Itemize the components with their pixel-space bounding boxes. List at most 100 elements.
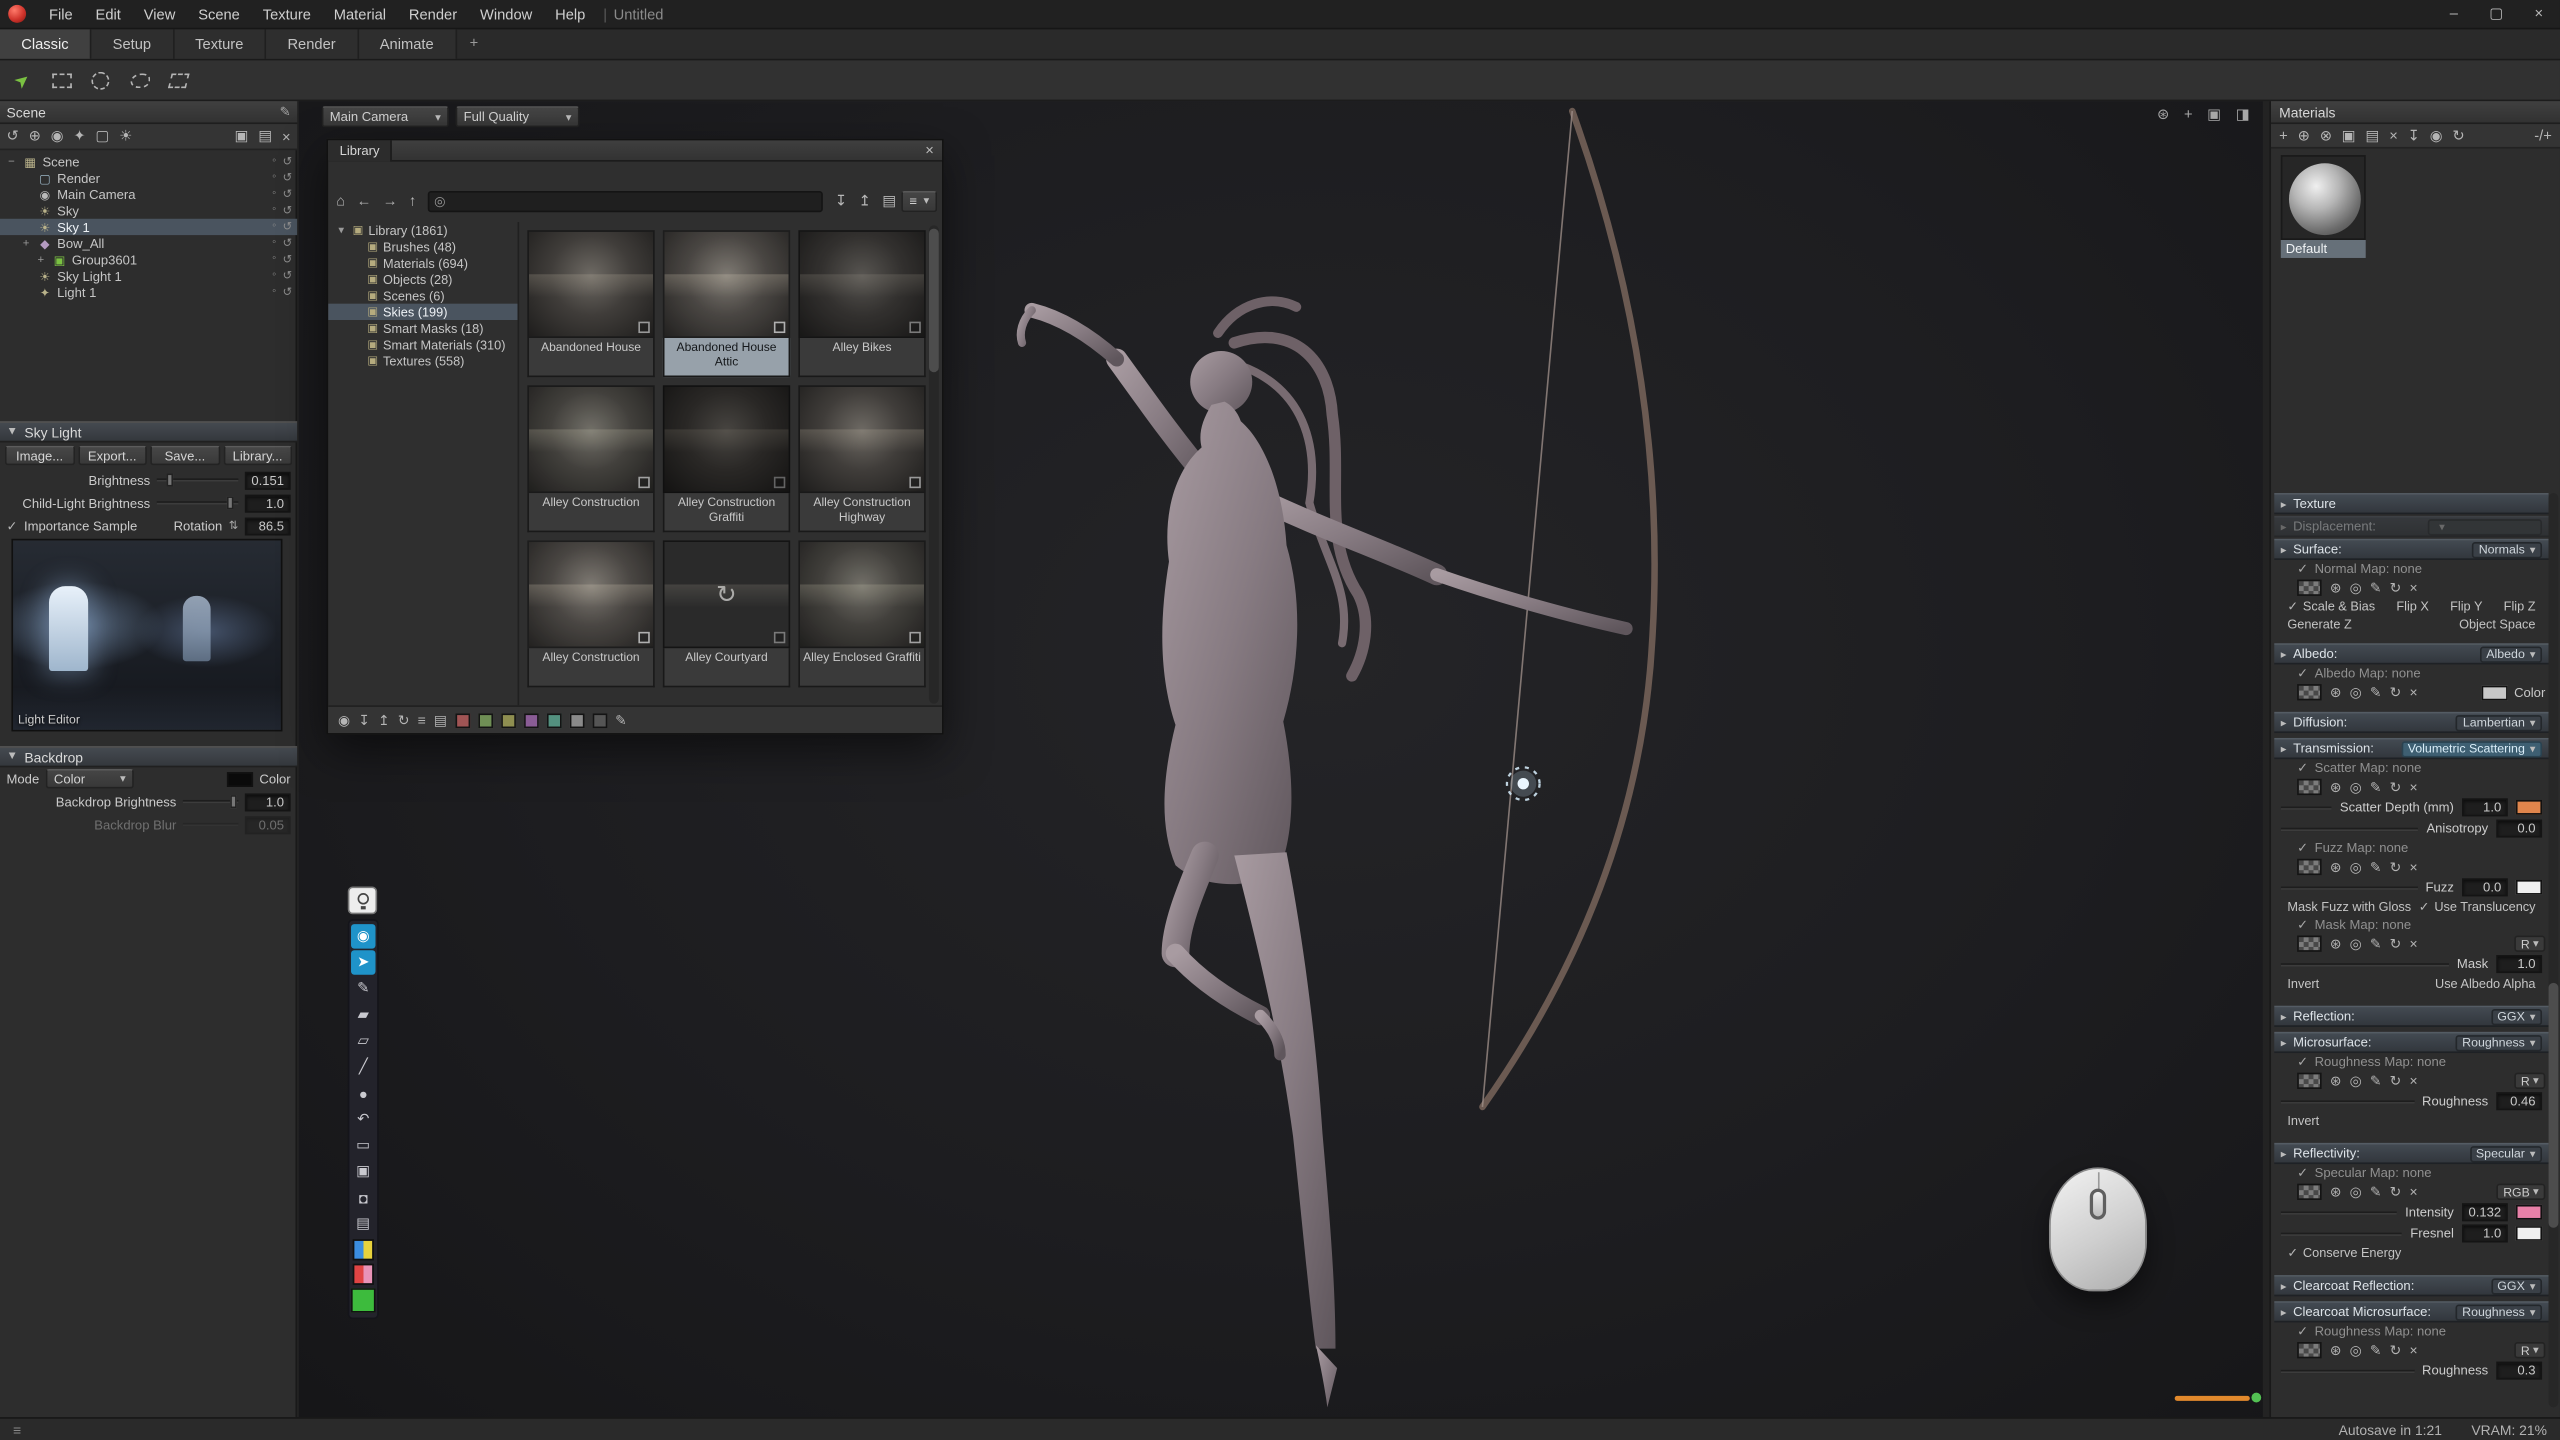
color-filter-swatch[interactable] xyxy=(455,713,470,728)
settings-icon[interactable]: ⊛ xyxy=(2330,579,2342,597)
option-conserveenergy[interactable]: ✓Conserve Energy xyxy=(2287,1246,2401,1261)
scrollbar-thumb[interactable] xyxy=(929,229,939,373)
menu-edit[interactable]: Edit xyxy=(84,0,132,29)
add-tab-button[interactable]: + xyxy=(457,29,492,58)
pen-color-swatch[interactable] xyxy=(353,1239,374,1260)
dot-icon[interactable]: ● xyxy=(351,1081,375,1105)
slider-color-swatch[interactable] xyxy=(2516,880,2542,895)
map-checkbox[interactable]: ✓ xyxy=(2297,918,2308,933)
edit-scene-icon[interactable]: ✎ xyxy=(280,104,291,119)
material-item[interactable]: Default xyxy=(2281,155,2366,258)
scrollbar-thumb[interactable] xyxy=(2549,983,2559,1228)
settings-icon[interactable]: ⊛ xyxy=(2330,778,2342,796)
undo-icon[interactable]: ↶ xyxy=(351,1107,375,1131)
up-icon[interactable]: ↑ xyxy=(409,193,416,209)
sync-icon[interactable]: ↺ xyxy=(283,188,293,201)
option-scalebias[interactable]: ✓Scale & Bias xyxy=(2287,599,2375,614)
add-viewport-icon[interactable]: + xyxy=(2184,106,2193,124)
slider-value[interactable]: 0.0 xyxy=(2462,878,2508,896)
sync-icon[interactable]: ↺ xyxy=(283,220,293,233)
paint-icon[interactable]: ✎ xyxy=(2370,683,2382,701)
brightness-value[interactable]: 0.151 xyxy=(245,471,291,489)
map-checkbox[interactable]: ✓ xyxy=(2297,1324,2308,1339)
channel-dropdown[interactable]: R▾ xyxy=(2514,1073,2545,1089)
section-model-dropdown[interactable]: Specular▾ xyxy=(2469,1145,2542,1161)
forward-icon[interactable]: → xyxy=(383,193,398,209)
library-close-button[interactable]: × xyxy=(917,142,942,158)
slider-color-swatch[interactable] xyxy=(2516,1226,2542,1241)
viewport-orange-indicator[interactable] xyxy=(2175,1396,2250,1401)
duplicate-material-icon[interactable]: ⊕ xyxy=(2298,127,2310,145)
sync-icon[interactable]: ↺ xyxy=(283,286,293,299)
material-section-reflection[interactable]: ▸Reflection:GGX▾ xyxy=(2274,1006,2548,1027)
clear-icon[interactable]: × xyxy=(2409,779,2417,795)
split-view-icon[interactable]: ◨ xyxy=(2236,106,2250,124)
channel-dropdown[interactable]: RGB▾ xyxy=(2497,1184,2546,1200)
eraser-icon[interactable]: ▱ xyxy=(351,1029,375,1053)
tab-animate[interactable]: Animate xyxy=(359,29,457,58)
lock-icon[interactable]: ◦ xyxy=(272,220,276,233)
section-model-dropdown[interactable]: Lambertian▾ xyxy=(2456,714,2542,730)
section-model-dropdown[interactable]: Volumetric Scattering▾ xyxy=(2401,740,2542,756)
library-folder-item[interactable]: ▣Smart Masks (18) xyxy=(328,320,517,336)
menu-material[interactable]: Material xyxy=(322,0,397,29)
materials-scrollbar[interactable] xyxy=(2549,493,2559,1407)
slider-value[interactable]: 1.0 xyxy=(2496,955,2542,973)
slider-track[interactable] xyxy=(2281,1369,2414,1372)
slider-color-swatch[interactable] xyxy=(2516,1205,2542,1220)
clipboard-icon[interactable]: ▤ xyxy=(351,1211,375,1235)
section-model-dropdown[interactable]: Albedo▾ xyxy=(2480,646,2542,662)
slider-value[interactable]: 0.3 xyxy=(2496,1362,2542,1380)
backdrop-header[interactable]: ▼Backdrop xyxy=(0,746,297,767)
map-thumbnail[interactable] xyxy=(2297,859,2321,875)
tab-render[interactable]: Render xyxy=(266,29,358,58)
map-thumbnail[interactable] xyxy=(2297,936,2321,952)
sky-hdri-preview[interactable]: Light Editor xyxy=(11,539,282,732)
backdrop-brightness-slider[interactable] xyxy=(183,800,239,803)
download-icon[interactable]: ↧ xyxy=(358,711,370,729)
paint-icon[interactable]: ✎ xyxy=(2370,1341,2382,1359)
quality-select-dropdown[interactable]: Full Quality▾ xyxy=(456,106,580,127)
reload-icon[interactable]: ↻ xyxy=(2390,683,2402,701)
inspect-icon[interactable]: ◎ xyxy=(2350,683,2362,701)
slider-handle[interactable] xyxy=(229,795,236,808)
scene-tree-item[interactable]: −▦Scene◦↺ xyxy=(0,153,297,169)
material-section-clearcoatmicrosurface[interactable]: ▸Clearcoat Microsurface:Roughness▾ xyxy=(2274,1301,2548,1322)
capture-frame-icon[interactable]: ▣ xyxy=(2207,106,2221,124)
child-brightness-value[interactable]: 1.0 xyxy=(245,494,291,512)
maximize-button[interactable]: ▢ xyxy=(2475,0,2517,29)
map-checkbox[interactable]: ✓ xyxy=(2297,761,2308,776)
pointer-icon[interactable]: ➤ xyxy=(351,950,375,974)
color-swatch[interactable] xyxy=(2481,685,2507,700)
export-icon[interactable]: ↥ xyxy=(859,192,871,210)
menu-scene[interactable]: Scene xyxy=(187,0,252,29)
menu-view[interactable]: View xyxy=(132,0,186,29)
expander-icon[interactable]: ▾ xyxy=(335,224,348,237)
library-thumbnail[interactable]: Alley Construction xyxy=(527,385,654,532)
new-folder-icon[interactable]: ▣ xyxy=(2342,127,2356,145)
library-title-bar[interactable]: Library × xyxy=(328,140,942,161)
library-search-box[interactable]: ◎ xyxy=(428,190,824,211)
slider-handle[interactable] xyxy=(227,496,234,509)
import-icon[interactable]: ↧ xyxy=(835,192,847,210)
map-thumbnail[interactable] xyxy=(2297,684,2321,700)
option-usetranslucency[interactable]: ✓Use Translucency xyxy=(2419,900,2536,915)
library-scrollbar[interactable] xyxy=(929,225,939,703)
scene-tree-item[interactable]: ☀Sky 1◦↺ xyxy=(0,219,297,235)
undo-icon[interactable]: ↺ xyxy=(7,127,19,145)
paint-icon[interactable]: ✎ xyxy=(2370,1183,2382,1201)
viewport-green-indicator[interactable] xyxy=(2251,1393,2261,1403)
menu-help[interactable]: Help xyxy=(544,0,597,29)
thumbnail-checkbox[interactable] xyxy=(638,477,649,488)
settings-icon[interactable]: ⊛ xyxy=(2330,683,2342,701)
lock-icon[interactable]: ◦ xyxy=(272,269,276,282)
lock-icon[interactable]: ◦ xyxy=(272,286,276,299)
lock-icon[interactable]: ◦ xyxy=(272,155,276,168)
option-generatez[interactable]: Generate Z xyxy=(2287,617,2351,632)
sphere-preview-icon[interactable]: ◉ xyxy=(338,711,350,729)
library-thumbnail[interactable]: Alley Construction Highway xyxy=(798,385,925,532)
option-flipz[interactable]: Flip Z xyxy=(2504,599,2536,614)
material-section-transmission[interactable]: ▸Transmission:Volumetric Scattering▾ xyxy=(2274,738,2548,759)
sync-icon[interactable]: ↺ xyxy=(283,171,293,184)
section-model-dropdown[interactable]: GGX▾ xyxy=(2491,1008,2542,1024)
